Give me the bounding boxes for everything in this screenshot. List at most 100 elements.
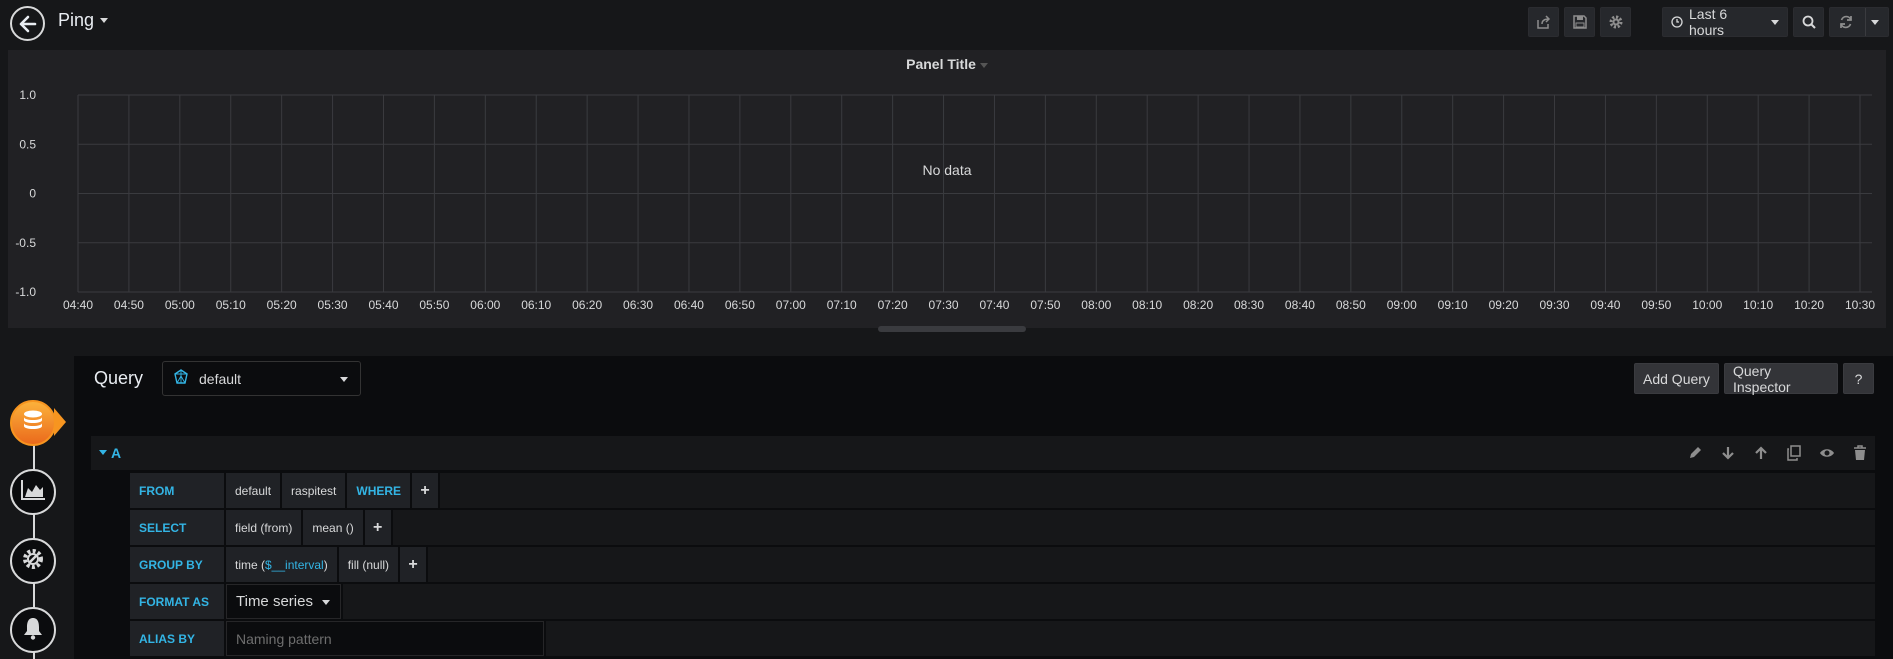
x-tick-label: 04:40 bbox=[63, 298, 93, 312]
x-tick-label: 06:10 bbox=[521, 298, 551, 312]
chevron-down-icon[interactable] bbox=[1871, 19, 1879, 25]
gear-icon bbox=[1608, 14, 1624, 30]
x-tick-label: 07:40 bbox=[979, 298, 1009, 312]
x-tick-label: 05:50 bbox=[419, 298, 449, 312]
from-measurement-segment[interactable]: raspitest bbox=[282, 473, 346, 508]
refresh-button[interactable] bbox=[1829, 7, 1889, 37]
add-select-button[interactable]: + bbox=[364, 510, 391, 545]
dashboard-title[interactable]: Ping bbox=[58, 10, 109, 31]
x-tick-label: 06:50 bbox=[725, 298, 755, 312]
x-tick-label: 04:50 bbox=[114, 298, 144, 312]
search-icon bbox=[1802, 15, 1816, 29]
panel-title: Panel Title bbox=[906, 56, 976, 72]
move-down-icon[interactable] bbox=[1720, 445, 1736, 461]
alert-tab[interactable] bbox=[10, 607, 56, 653]
format-select[interactable]: Time series bbox=[226, 584, 341, 619]
divider bbox=[1865, 8, 1866, 36]
y-tick-label: -1.0 bbox=[15, 285, 36, 299]
from-database-segment[interactable]: default bbox=[226, 473, 281, 508]
query-inspector-button[interactable]: Query Inspector bbox=[1724, 363, 1838, 395]
x-tick-label: 05:30 bbox=[318, 298, 348, 312]
alias-input[interactable]: Naming pattern bbox=[226, 621, 544, 656]
row-filler bbox=[343, 584, 1875, 619]
panel-header[interactable]: Panel Title bbox=[8, 56, 1886, 72]
chevron-down-icon bbox=[1771, 19, 1779, 25]
groupby-time-segment[interactable]: time ($__interval) bbox=[226, 547, 337, 582]
save-icon bbox=[1572, 15, 1587, 29]
x-tick-label: 08:30 bbox=[1234, 298, 1264, 312]
x-tick-label: 08:00 bbox=[1081, 298, 1111, 312]
add-query-button[interactable]: Add Query bbox=[1634, 363, 1719, 394]
alias-keyword: ALIAS BY bbox=[130, 621, 224, 656]
row-filler bbox=[392, 510, 1875, 545]
eye-icon[interactable] bbox=[1819, 445, 1835, 461]
edit-pencil-icon[interactable] bbox=[1687, 445, 1703, 461]
move-up-icon[interactable] bbox=[1753, 445, 1769, 461]
select-row: SELECT field (from) mean () + bbox=[130, 510, 1875, 545]
groupby-keyword: GROUP BY bbox=[130, 547, 224, 582]
visualization-tab[interactable] bbox=[10, 469, 56, 515]
x-tick-label: 09:10 bbox=[1438, 298, 1468, 312]
where-keyword: WHERE bbox=[347, 473, 411, 508]
x-tick-label: 10:00 bbox=[1692, 298, 1722, 312]
duplicate-icon[interactable] bbox=[1786, 445, 1802, 461]
from-row: FROM default raspitest WHERE + bbox=[130, 473, 1875, 508]
x-tick-label: 06:30 bbox=[623, 298, 653, 312]
x-tick-label: 10:30 bbox=[1845, 298, 1875, 312]
save-button[interactable] bbox=[1564, 7, 1595, 37]
x-tick-label: 09:20 bbox=[1489, 298, 1519, 312]
alias-row: ALIAS BY Naming pattern bbox=[130, 621, 1875, 656]
x-tick-label: 07:00 bbox=[776, 298, 806, 312]
add-where-button[interactable]: + bbox=[412, 473, 439, 508]
y-tick-label: 1.0 bbox=[19, 88, 36, 102]
query-row-header[interactable]: A bbox=[91, 436, 1875, 470]
row-filler bbox=[428, 547, 1875, 582]
chevron-down-icon bbox=[979, 62, 988, 68]
zoom-out-button[interactable] bbox=[1793, 7, 1824, 37]
time-range-picker[interactable]: Last 6 hours bbox=[1662, 6, 1788, 38]
bell-icon bbox=[22, 616, 44, 645]
format-keyword: FORMAT AS bbox=[130, 584, 224, 619]
gear-wrench-icon bbox=[20, 546, 46, 577]
select-keyword: SELECT bbox=[130, 510, 224, 545]
x-tick-label: 07:10 bbox=[827, 298, 857, 312]
groupby-fill-segment[interactable]: fill (null) bbox=[338, 547, 399, 582]
x-tick-label: 09:00 bbox=[1387, 298, 1417, 312]
x-tick-label: 06:40 bbox=[674, 298, 704, 312]
top-navbar: Ping Last 6 hours bbox=[0, 0, 1893, 44]
active-tab-pointer bbox=[54, 408, 66, 436]
back-arrow-icon[interactable] bbox=[10, 6, 45, 41]
time-range-label: Last 6 hours bbox=[1689, 6, 1728, 38]
collapse-caret-icon[interactable] bbox=[99, 450, 107, 455]
format-value: Time series bbox=[236, 593, 313, 610]
panel-resize-handle[interactable] bbox=[878, 326, 1026, 332]
trash-icon[interactable] bbox=[1852, 445, 1868, 461]
x-tick-label: 05:00 bbox=[165, 298, 195, 312]
row-filler bbox=[440, 473, 1875, 508]
dashboard-title-text: Ping bbox=[58, 10, 95, 30]
x-tick-label: 08:20 bbox=[1183, 298, 1213, 312]
graph-canvas: 1.0 0.5 0 -0.5 -1.0 04:40 04:50 05:00 05:10 05:20… bbox=[15, 88, 1875, 312]
x-tick-label: 07:50 bbox=[1030, 298, 1060, 312]
x-tick-label: 07:30 bbox=[929, 298, 959, 312]
share-button[interactable] bbox=[1528, 7, 1559, 37]
select-field-segment[interactable]: field (from) bbox=[226, 510, 302, 545]
settings-button[interactable] bbox=[1600, 7, 1631, 37]
chevron-down-icon bbox=[322, 600, 330, 605]
from-keyword: FROM bbox=[130, 473, 224, 508]
x-tick-label: 06:00 bbox=[470, 298, 500, 312]
x-tick-label: 05:20 bbox=[267, 298, 297, 312]
select-function-segment[interactable]: mean () bbox=[303, 510, 363, 545]
general-settings-tab[interactable] bbox=[10, 538, 56, 584]
help-button[interactable]: ? bbox=[1843, 363, 1874, 394]
queries-tab[interactable] bbox=[10, 400, 56, 446]
datasource-icon bbox=[173, 369, 189, 388]
graph-panel: 1.0 0.5 0 -0.5 -1.0 04:40 04:50 05:00 05:10 05:20… bbox=[8, 50, 1886, 328]
no-data-message: No data bbox=[922, 162, 972, 178]
x-tick-label: 10:10 bbox=[1743, 298, 1773, 312]
x-tick-label: 05:40 bbox=[368, 298, 398, 312]
add-groupby-button[interactable]: + bbox=[400, 547, 427, 582]
datasource-value: default bbox=[199, 370, 242, 387]
x-tick-label: 09:40 bbox=[1590, 298, 1620, 312]
datasource-select[interactable]: default bbox=[162, 361, 361, 396]
